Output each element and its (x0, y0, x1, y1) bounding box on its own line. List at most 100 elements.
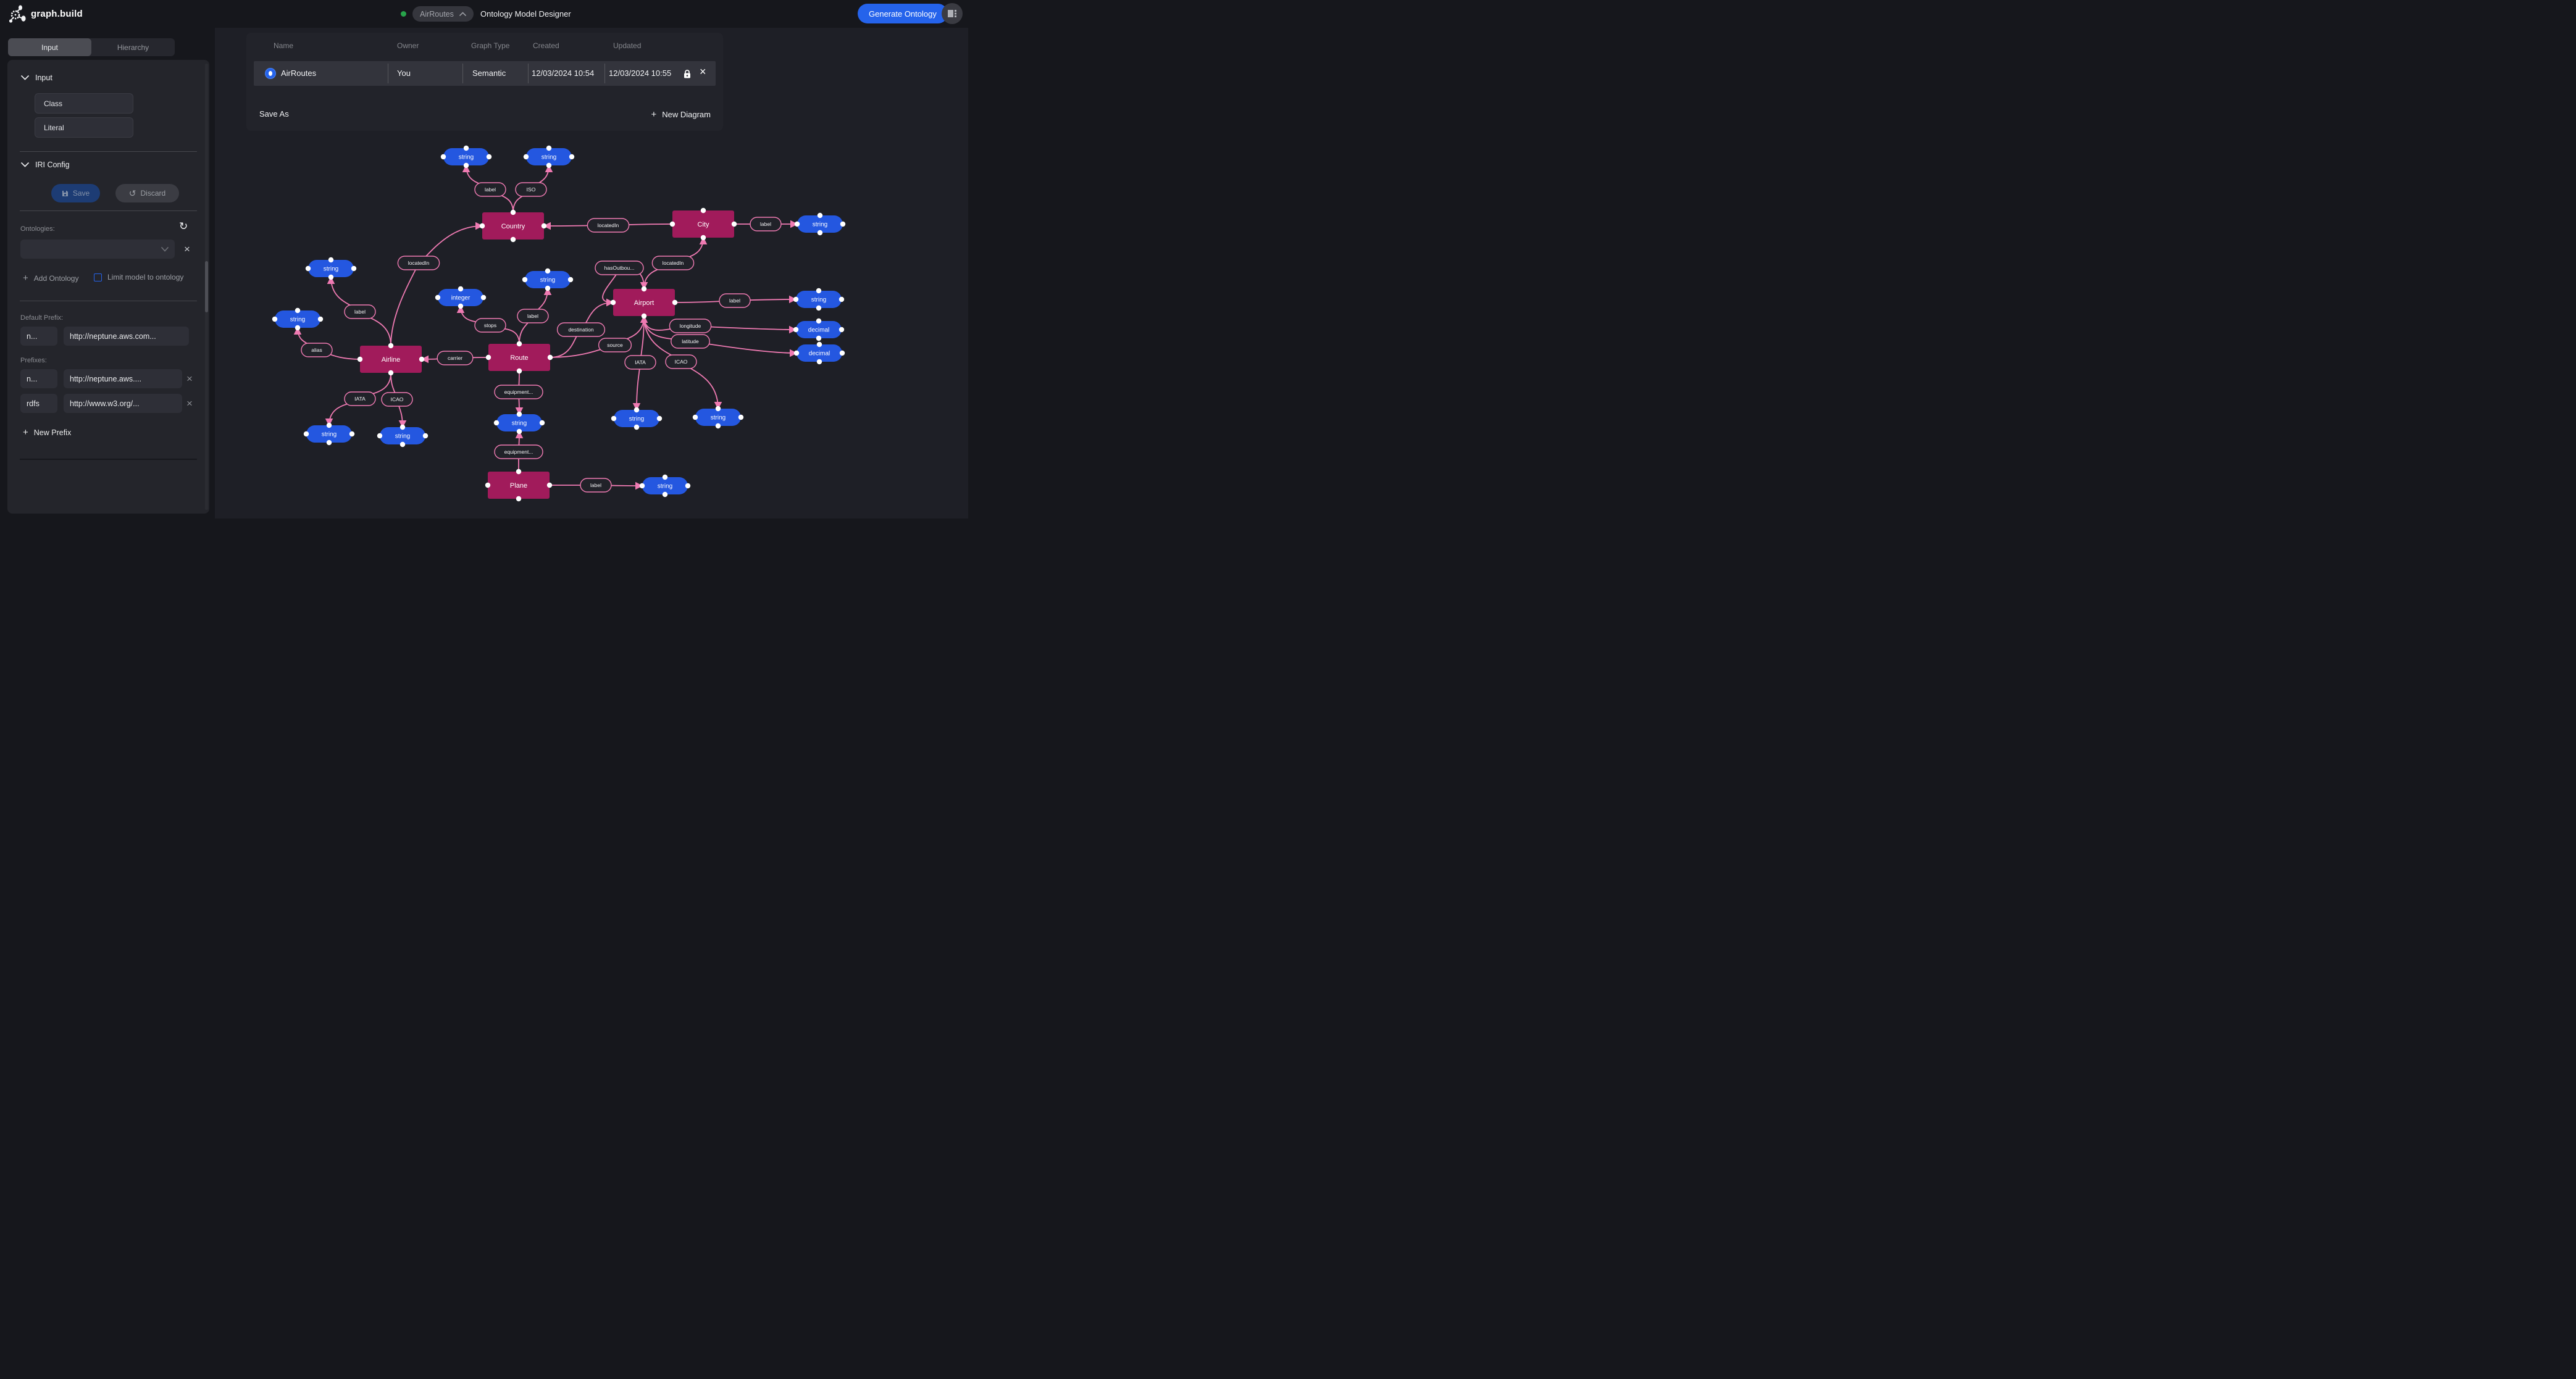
anchor-dot[interactable] (793, 297, 798, 302)
anchor-dot[interactable] (517, 341, 522, 346)
anchor-dot[interactable] (547, 483, 552, 488)
limit-model-checkbox[interactable] (94, 273, 102, 281)
anchor-dot[interactable] (318, 317, 323, 322)
save-as-button[interactable]: Save As (259, 109, 289, 119)
anchor-dot[interactable] (388, 370, 393, 375)
input-section-header[interactable]: Input (21, 73, 52, 82)
anchor-dot[interactable] (540, 420, 545, 425)
anchor-dot[interactable] (517, 429, 522, 434)
anchor-dot[interactable] (441, 154, 446, 159)
anchor-dot[interactable] (685, 483, 690, 488)
literal-tool-button[interactable]: Literal (35, 117, 133, 138)
anchor-dot[interactable] (542, 223, 546, 228)
anchor-dot[interactable] (349, 431, 354, 436)
anchor-dot[interactable] (840, 351, 845, 356)
model-selector[interactable]: AirRoutes (412, 6, 474, 22)
anchor-dot[interactable] (546, 163, 551, 168)
anchor-dot[interactable] (732, 222, 737, 227)
anchor-dot[interactable] (524, 154, 529, 159)
anchor-dot[interactable] (793, 327, 798, 332)
default-prefix-name-input[interactable] (20, 327, 57, 346)
anchor-dot[interactable] (818, 213, 822, 218)
anchor-dot[interactable] (546, 146, 551, 151)
anchor-dot[interactable] (388, 343, 393, 348)
anchor-dot[interactable] (358, 357, 362, 362)
anchor-dot[interactable] (485, 483, 490, 488)
anchor-dot[interactable] (511, 210, 516, 215)
anchor-dot[interactable] (794, 351, 799, 356)
anchor-dot[interactable] (738, 415, 743, 420)
clear-ontology-icon[interactable]: × (184, 244, 190, 254)
anchor-dot[interactable] (816, 306, 821, 310)
prefix-name-input[interactable] (20, 394, 57, 413)
iri-config-section-header[interactable]: IRI Config (21, 160, 70, 169)
anchor-dot[interactable] (517, 369, 522, 373)
anchor-dot[interactable] (568, 277, 573, 282)
anchor-dot[interactable] (328, 257, 333, 262)
anchor-dot[interactable] (511, 237, 516, 242)
anchor-dot[interactable] (670, 222, 675, 227)
new-diagram-button[interactable]: + New Diagram (651, 109, 711, 120)
anchor-dot[interactable] (480, 223, 485, 228)
prefix-uri-input[interactable] (64, 369, 182, 388)
anchor-dot[interactable] (327, 423, 332, 428)
anchor-dot[interactable] (634, 407, 639, 412)
anchor-dot[interactable] (486, 355, 491, 360)
prefix-uri-input[interactable] (64, 394, 182, 413)
remove-prefix-icon[interactable]: × (186, 373, 193, 384)
anchor-dot[interactable] (634, 425, 639, 430)
tab-hierarchy[interactable]: Hierarchy (91, 38, 175, 56)
anchor-dot[interactable] (400, 442, 405, 447)
anchor-dot[interactable] (487, 154, 491, 159)
new-prefix-button[interactable]: + New Prefix (23, 427, 71, 438)
anchor-dot[interactable] (548, 355, 553, 360)
anchor-dot[interactable] (672, 300, 677, 305)
anchor-dot[interactable] (569, 154, 574, 159)
anchor-dot[interactable] (840, 222, 845, 227)
anchor-dot[interactable] (816, 319, 821, 323)
anchor-dot[interactable] (400, 425, 405, 430)
anchor-dot[interactable] (816, 288, 821, 293)
diagram-selected-radio[interactable] (265, 68, 276, 79)
anchor-dot[interactable] (663, 492, 667, 497)
anchor-dot[interactable] (816, 336, 821, 341)
prefix-name-input[interactable] (20, 369, 57, 388)
refresh-ontologies-icon[interactable]: ↻ (179, 220, 188, 233)
diagram-row-airroutes[interactable]: AirRoutes You Semantic 12/03/2024 10:54 … (254, 61, 716, 86)
anchor-dot[interactable] (663, 475, 667, 480)
anchor-dot[interactable] (693, 415, 698, 420)
anchor-dot[interactable] (517, 412, 522, 417)
anchor-dot[interactable] (795, 222, 800, 227)
anchor-dot[interactable] (304, 431, 309, 436)
anchor-dot[interactable] (272, 317, 277, 322)
anchor-dot[interactable] (481, 295, 486, 300)
close-diagram-icon[interactable]: × (700, 66, 706, 77)
anchor-dot[interactable] (423, 433, 428, 438)
discard-button[interactable]: ↺ Discard (115, 184, 179, 202)
anchor-dot[interactable] (818, 230, 822, 235)
anchor-dot[interactable] (522, 277, 527, 282)
anchor-dot[interactable] (701, 235, 706, 240)
anchor-dot[interactable] (545, 269, 550, 273)
lock-icon[interactable] (683, 69, 692, 78)
toggle-side-panel-button[interactable] (942, 3, 963, 24)
anchor-dot[interactable] (458, 286, 463, 291)
anchor-dot[interactable] (817, 359, 822, 364)
generate-ontology-button[interactable]: Generate Ontology (858, 4, 948, 23)
anchor-dot[interactable] (516, 469, 521, 474)
sidebar-scrollbar-handle[interactable] (205, 261, 208, 312)
anchor-dot[interactable] (716, 423, 721, 428)
add-ontology-button[interactable]: + Add Ontology (23, 273, 78, 283)
anchor-dot[interactable] (657, 416, 662, 421)
anchor-dot[interactable] (295, 308, 300, 313)
class-tool-button[interactable]: Class (35, 93, 133, 114)
anchor-dot[interactable] (611, 416, 616, 421)
anchor-dot[interactable] (701, 208, 706, 213)
ontology-select[interactable] (20, 240, 175, 259)
anchor-dot[interactable] (640, 483, 645, 488)
remove-prefix-icon[interactable]: × (186, 398, 193, 409)
anchor-dot[interactable] (642, 286, 646, 291)
save-button[interactable]: Save (51, 184, 100, 202)
anchor-dot[interactable] (295, 325, 300, 330)
anchor-dot[interactable] (817, 342, 822, 347)
